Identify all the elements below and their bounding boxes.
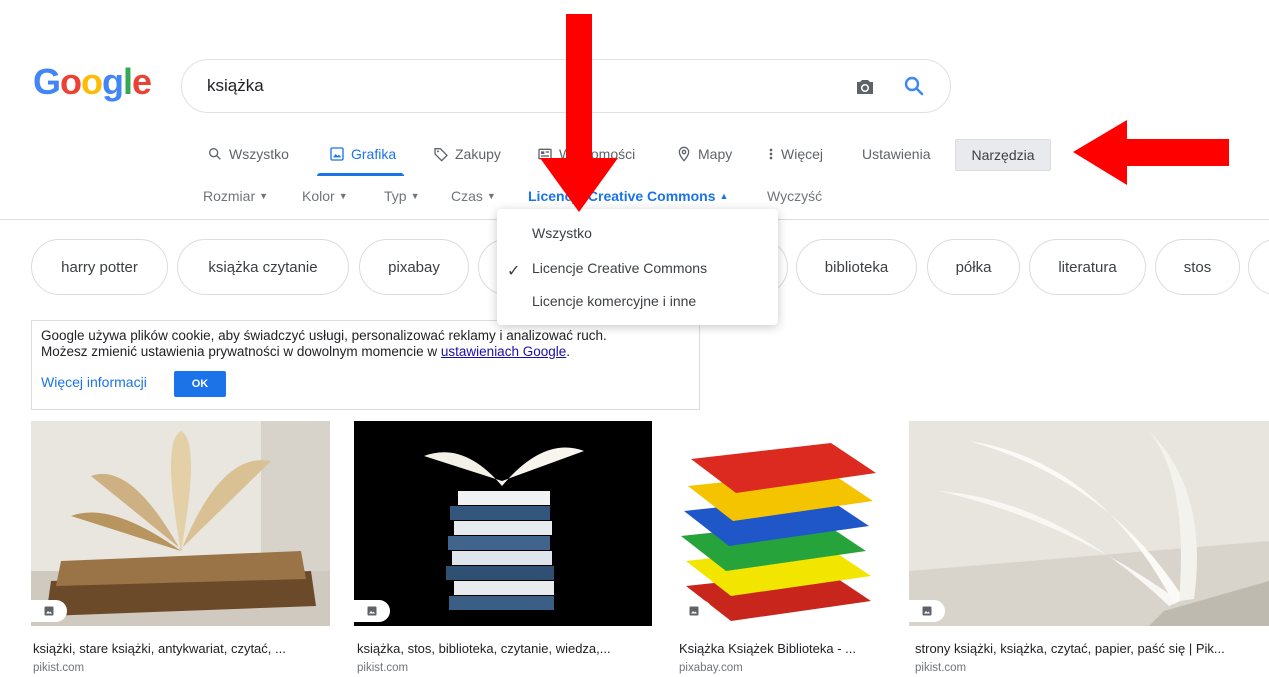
down-arrow-annotation [540, 14, 618, 212]
annotation-arrows [540, 14, 1229, 212]
left-arrow-annotation [1073, 120, 1229, 185]
